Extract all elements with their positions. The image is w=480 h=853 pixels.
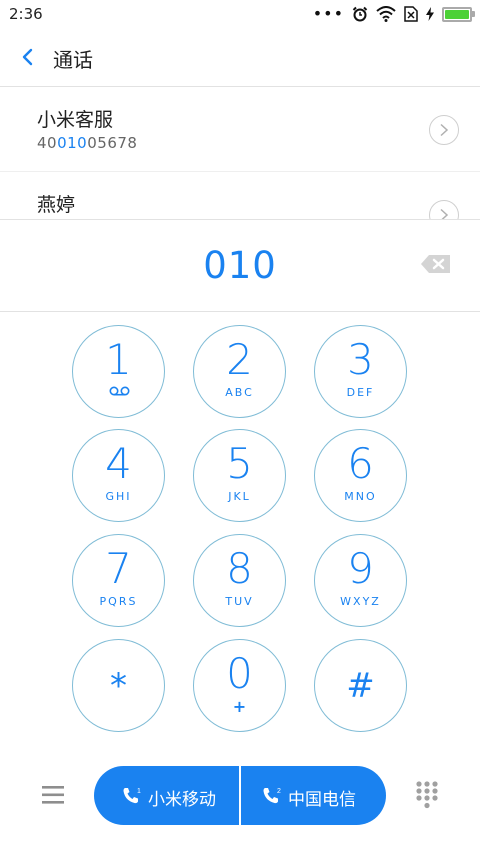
dialed-number-display: 010	[0, 219, 480, 312]
contact-row[interactable]: 燕婷	[0, 172, 480, 219]
alarm-icon	[352, 6, 368, 22]
no-sim-icon	[404, 6, 418, 22]
contact-suggestions: 小米客服 4001005678 燕婷	[0, 87, 480, 219]
call-sim2-button[interactable]: 2 中国电信	[241, 766, 386, 825]
contact-row[interactable]: 小米客服 4001005678	[0, 87, 480, 172]
chevron-right-icon	[440, 208, 449, 219]
key-0[interactable]: 0 +	[193, 639, 286, 732]
header: 通话	[0, 30, 480, 87]
key-3[interactable]: 3 DEF	[314, 325, 407, 418]
voicemail-icon	[109, 386, 130, 396]
status-icons: •••	[312, 4, 475, 24]
status-time: 2:36	[9, 5, 43, 23]
chevron-right-icon	[440, 123, 449, 137]
menu-icon[interactable]	[38, 780, 68, 810]
page-title: 通话	[53, 48, 93, 72]
svg-text:1: 1	[137, 788, 141, 795]
key-1[interactable]: 1	[72, 325, 165, 418]
contact-detail-button[interactable]	[429, 200, 459, 219]
charging-bolt-icon	[426, 7, 434, 21]
dialed-number: 010	[203, 244, 277, 287]
matched-digits: 010	[57, 134, 88, 152]
status-bar: 2:36 •••	[0, 0, 480, 30]
key-star[interactable]: *	[72, 639, 165, 732]
key-9[interactable]: 9 WXYZ	[314, 534, 407, 627]
dialpad-toggle-icon[interactable]	[414, 780, 440, 810]
call-buttons: 1 小米移动 2 中国电信	[94, 766, 386, 825]
battery-icon	[442, 6, 475, 22]
contact-number: 4001005678	[37, 134, 138, 152]
svg-text:2: 2	[277, 788, 281, 795]
key-hash[interactable]: #	[314, 639, 407, 732]
key-6[interactable]: 6 MNO	[314, 429, 407, 522]
key-8[interactable]: 8 TUV	[193, 534, 286, 627]
call-sim1-button[interactable]: 1 小米移动	[94, 766, 239, 825]
key-2[interactable]: 2 ABC	[193, 325, 286, 418]
phone-sim1-icon: 1	[123, 788, 141, 804]
more-dots-icon: •••	[312, 4, 344, 23]
backspace-icon[interactable]	[420, 253, 452, 275]
sim2-label: 中国电信	[288, 790, 356, 810]
sim1-label: 小米移动	[148, 790, 216, 810]
contact-detail-button[interactable]	[429, 115, 459, 145]
contact-name: 燕婷	[37, 194, 76, 216]
phone-sim2-icon: 2	[263, 788, 281, 804]
back-arrow-icon[interactable]	[16, 44, 42, 70]
key-7[interactable]: 7 PQRS	[72, 534, 165, 627]
key-4[interactable]: 4 GHI	[72, 429, 165, 522]
wifi-icon	[376, 6, 396, 22]
key-5[interactable]: 5 JKL	[193, 429, 286, 522]
contact-name: 小米客服	[37, 109, 114, 131]
